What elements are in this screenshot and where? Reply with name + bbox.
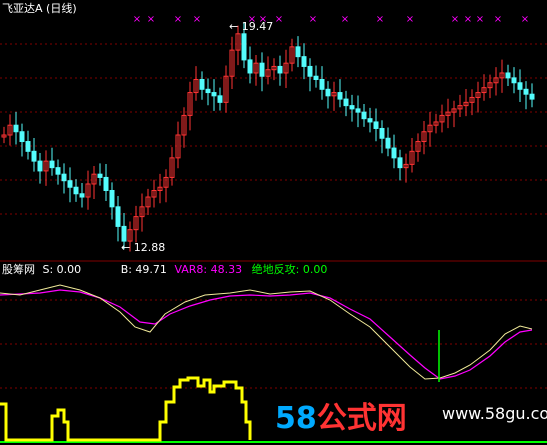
- watermark-chars: 公式网: [316, 401, 407, 436]
- candle-body: [115, 206, 121, 227]
- candle-body: [517, 82, 523, 90]
- low-price-label: ← 12.88: [121, 241, 166, 254]
- signal-marker: ×: [341, 14, 349, 25]
- candle-body: [121, 225, 127, 242]
- candle-body: [19, 131, 25, 143]
- signal-marker: ×: [406, 14, 414, 25]
- candle-body: [37, 160, 43, 172]
- candle-body: [379, 127, 385, 139]
- candle-body: [367, 118, 373, 123]
- candle-body: [217, 95, 223, 103]
- candle-body: [397, 157, 403, 169]
- candle-body: [211, 92, 217, 97]
- candle-body: [97, 173, 103, 178]
- indicator-var8-value: VAR8: 48.33: [174, 263, 243, 276]
- high-price-value: 19.47: [241, 20, 274, 33]
- signal-marker: ×: [451, 14, 459, 25]
- candle-body: [511, 77, 517, 84]
- indicator-legend: 股筹网 S: 0.00 B: 49.71 VAR8: 48.33 绝地反攻: 0…: [2, 263, 327, 277]
- yellow-signal-line: [0, 376, 252, 442]
- signal-marker: ×: [376, 14, 384, 25]
- candle-body: [73, 186, 79, 195]
- signal-marker: ×: [464, 14, 472, 25]
- candle-body: [313, 75, 319, 80]
- candle-body: [325, 88, 331, 97]
- price-chart-panel[interactable]: × × × × × × × × × × × × × × × × 飞亚达A (日线) ← 19.47 ← 12.…: [0, 0, 547, 262]
- candle-body: [259, 62, 265, 77]
- signal-marker: ×: [309, 14, 317, 25]
- indicator-b-value: B: 49.71: [120, 263, 167, 276]
- indicator-fangong-value: 绝地反攻: 0.00: [251, 263, 328, 276]
- signal-marker: ×: [476, 14, 484, 25]
- candle-body: [241, 33, 247, 61]
- signal-marker: ×: [494, 14, 502, 25]
- candlestick-chart[interactable]: × × × × × × × × × × × × × × × ×: [0, 0, 547, 262]
- candle-body: [337, 92, 343, 100]
- candle-body: [301, 56, 307, 67]
- candle-body: [31, 150, 37, 162]
- candle-body: [523, 88, 529, 95]
- signal-marker: ×: [193, 14, 201, 25]
- candle-body: [307, 65, 313, 77]
- candle-body: [385, 137, 391, 149]
- candle-body: [25, 141, 31, 152]
- candle-body: [199, 79, 205, 90]
- candle-body: [319, 79, 325, 90]
- indicator-name: 股筹网: [2, 263, 35, 276]
- candle-body: [61, 173, 67, 182]
- candle-body: [277, 65, 283, 74]
- watermark-digits: 58: [275, 401, 317, 436]
- candle-body: [355, 108, 361, 113]
- candle-body: [391, 147, 397, 159]
- low-price-value: 12.88: [133, 241, 166, 254]
- candle-body: [373, 121, 379, 129]
- candle-body: [247, 59, 253, 74]
- indicator-s-value: S: 0.00: [42, 263, 82, 276]
- var8-line: [0, 289, 533, 380]
- candle-body: [343, 98, 349, 107]
- candle-body: [349, 105, 355, 110]
- signal-marker: ×: [147, 14, 155, 25]
- candle-body: [529, 93, 535, 100]
- candle-body: [109, 190, 115, 208]
- candle-body: [49, 160, 55, 169]
- candle-body: [55, 167, 61, 175]
- stock-title: 飞亚达A (日线): [2, 2, 77, 15]
- candle-body: [205, 88, 211, 94]
- candle-body: [361, 111, 367, 120]
- signal-marker: ×: [133, 14, 141, 25]
- watermark-logo: 58公式网: [275, 393, 407, 437]
- signal-marker: ×: [275, 14, 283, 25]
- b-line: [0, 284, 533, 380]
- signal-marker: ×: [174, 14, 182, 25]
- candle-body: [103, 176, 109, 192]
- candle-body: [295, 46, 301, 58]
- candle-body: [79, 193, 85, 198]
- watermark-url: www.58gu.com: [442, 404, 547, 423]
- signal-marker: ×: [521, 14, 529, 25]
- candle-body: [13, 124, 19, 133]
- high-price-label: ← 19.47: [229, 20, 274, 33]
- candle-body: [67, 180, 73, 188]
- candle-body: [505, 72, 511, 79]
